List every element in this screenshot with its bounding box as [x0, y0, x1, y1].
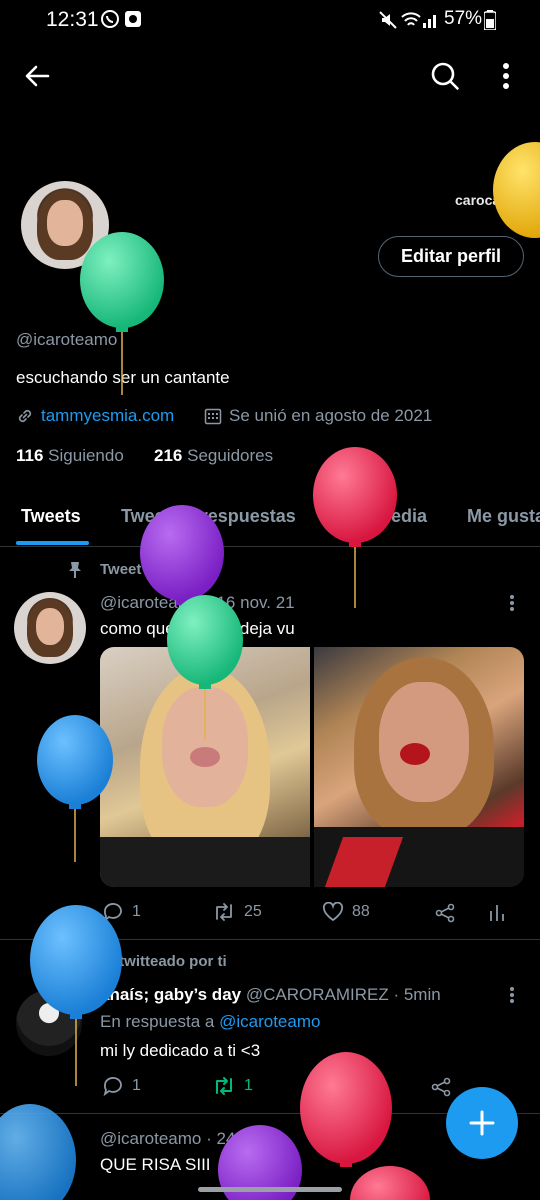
balloon-yellow [493, 142, 540, 238]
balloon-green [80, 232, 164, 395]
birthday-balloons-overlay [0, 142, 540, 1200]
balloon-blue-3 [0, 1104, 76, 1200]
balloon-pink-2 [300, 1052, 392, 1167]
balloon-green-2 [167, 595, 243, 740]
balloon-blue-2 [30, 905, 122, 1086]
balloon-blue [37, 715, 113, 862]
balloon-pink [313, 447, 397, 608]
home-indicator[interactable] [198, 1187, 342, 1192]
balloon-purple [140, 505, 224, 605]
balloon-pink-3 [350, 1166, 430, 1200]
